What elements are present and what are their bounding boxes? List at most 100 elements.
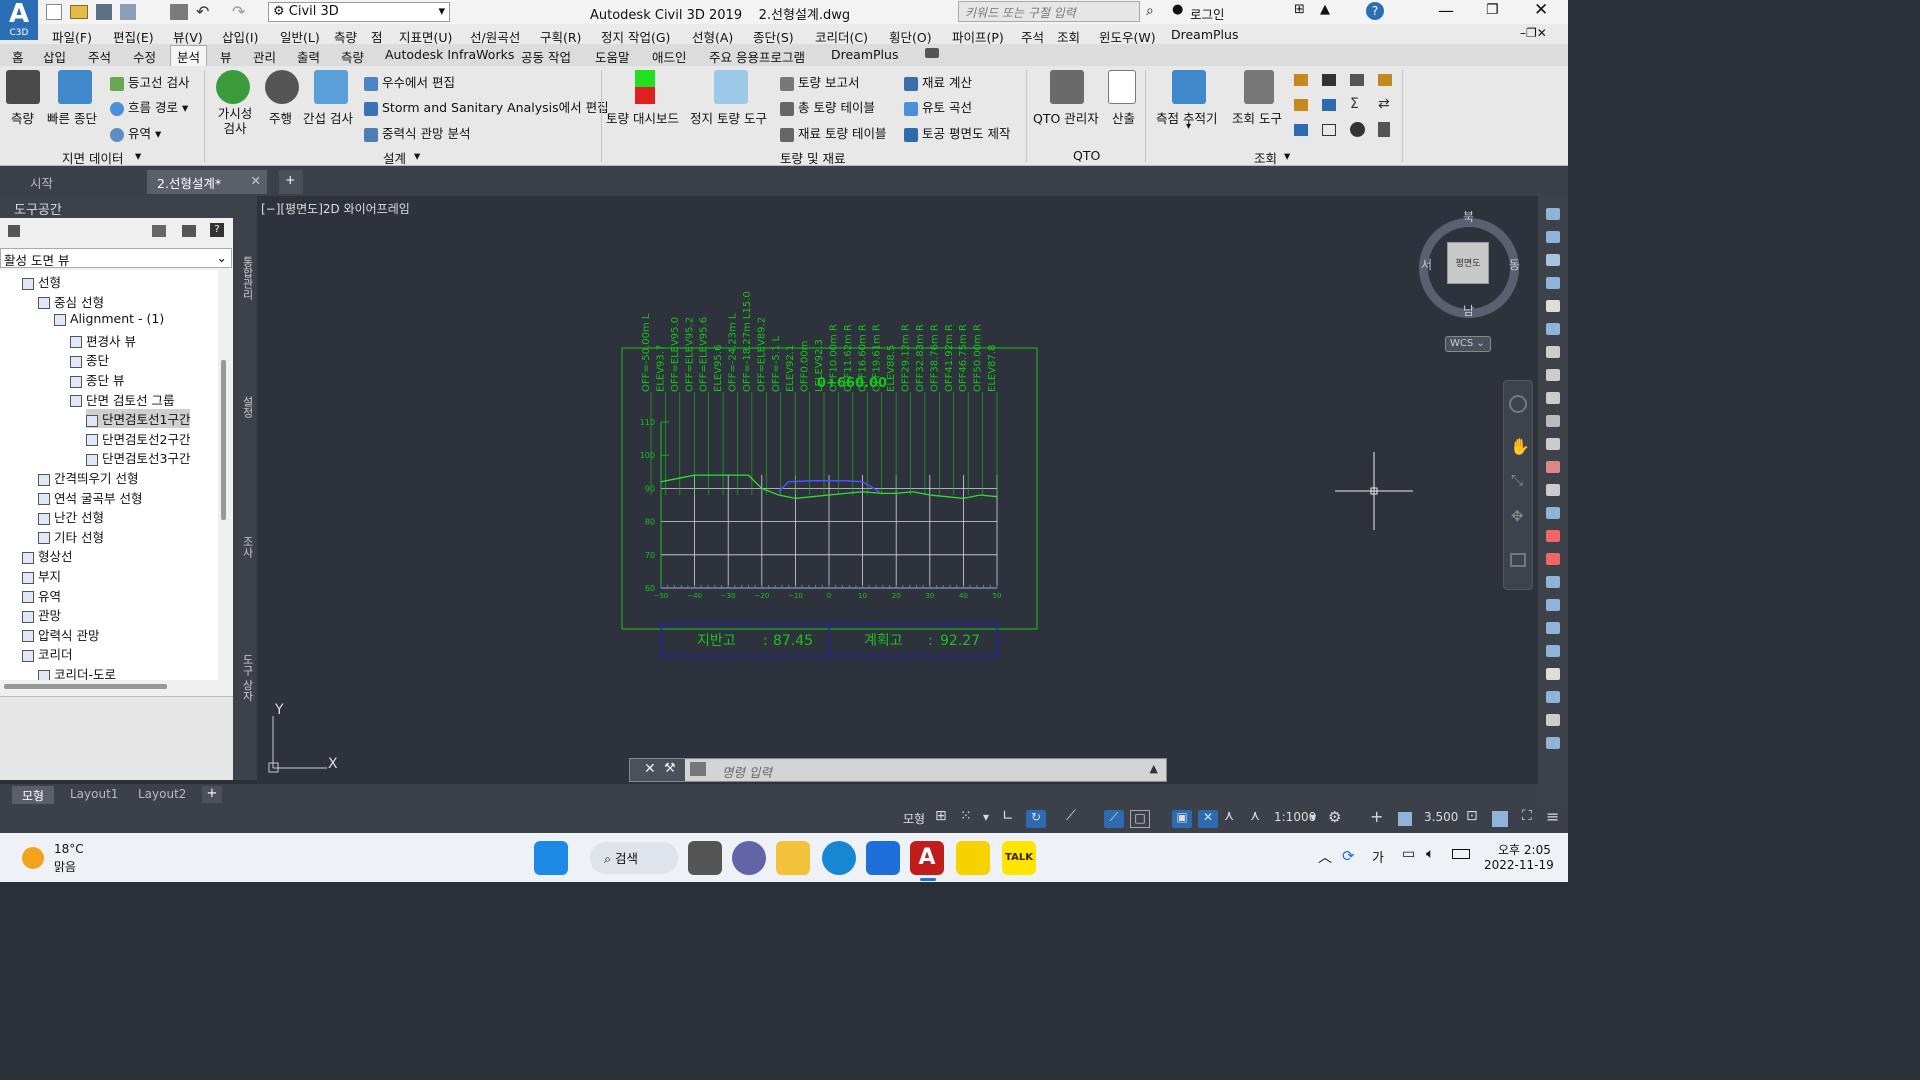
command-line[interactable]: ✕ ⚒ 명령 입력 ▲	[629, 758, 1167, 782]
palette-tool-icon[interactable]	[1546, 691, 1560, 703]
arc-icon[interactable]	[1294, 99, 1308, 111]
teams-icon[interactable]	[732, 841, 766, 875]
undo-icon[interactable]: ↶	[196, 2, 209, 21]
tree-item[interactable]: 중심 선형	[38, 292, 104, 311]
viewcube-west[interactable]: 서	[1421, 256, 1432, 273]
tracker-chevron-icon[interactable]: ▾	[1186, 121, 1191, 132]
minimize-icon[interactable]: —	[1438, 1, 1454, 20]
palette-tool-icon[interactable]	[1546, 392, 1560, 404]
clock-date[interactable]: 2022-11-19	[1484, 858, 1554, 872]
tree-item[interactable]: 편경사 뷰	[70, 331, 136, 350]
storm-edit-button[interactable]: 우수에서 편집	[364, 72, 455, 91]
file-explorer-icon[interactable]	[776, 841, 810, 875]
palette-tool-icon[interactable]	[1546, 599, 1560, 611]
toolspace-options-icon[interactable]	[8, 225, 20, 237]
redo-icon[interactable]: ↷	[232, 2, 245, 21]
tree-item[interactable]: 단면검토선3구간	[86, 448, 190, 467]
palette-tool-icon[interactable]	[1546, 438, 1560, 450]
clock-icon[interactable]	[1350, 122, 1365, 137]
tree-item[interactable]: 관망	[22, 605, 61, 624]
mass-haul-button[interactable]: 유토 곡선	[904, 97, 972, 116]
tab-addins[interactable]: 애드인	[652, 47, 687, 66]
tree-item[interactable]: 유역	[22, 586, 61, 605]
group-design[interactable]: 설계	[383, 148, 406, 167]
tree-item[interactable]: 코리더	[22, 644, 73, 663]
tree-item[interactable]: 연석 굴곡부 선형	[38, 488, 142, 507]
ribbon-toggle-icon[interactable]	[925, 48, 939, 58]
swap-icon[interactable]: ⇄	[1378, 96, 1390, 112]
new-icon[interactable]	[46, 4, 62, 20]
battery-icon[interactable]	[1452, 849, 1470, 859]
isolate-icon[interactable]	[1398, 812, 1412, 826]
login-label[interactable]: 로그인	[1190, 4, 1225, 23]
tab-infraworks[interactable]: Autodesk InfraWorks	[385, 47, 514, 62]
object-snap-icon[interactable]: ⟋	[1104, 810, 1124, 828]
palette-tool-icon[interactable]	[1546, 254, 1560, 266]
sun-icon[interactable]	[22, 847, 44, 869]
tree-item[interactable]: 난간 선형	[38, 507, 104, 526]
tab-collaborate[interactable]: 공동 작업	[521, 47, 571, 66]
grading-volume-tool-button[interactable]: 정지 토량 도구	[690, 108, 767, 127]
polar-icon[interactable]: ↻	[1026, 810, 1046, 828]
weather-status[interactable]: 맑음	[54, 858, 76, 875]
model-space-button[interactable]: 모형	[903, 810, 925, 827]
tree-item[interactable]: 형상선	[22, 546, 73, 565]
copy-icon[interactable]	[1350, 74, 1364, 86]
earthwork-plan-button[interactable]: 토공 평면도 제작	[904, 123, 1010, 142]
palette-tool-icon[interactable]	[1546, 277, 1560, 289]
prompt-icon[interactable]	[690, 762, 706, 776]
status-value[interactable]: 3.500	[1424, 810, 1458, 824]
angle-icon[interactable]	[1322, 74, 1336, 86]
panel-icon[interactable]	[182, 225, 196, 237]
sync-icon[interactable]: ⟳	[1342, 847, 1355, 865]
tab-dreamplus[interactable]: DreamPlus	[831, 47, 898, 62]
calculator-icon[interactable]	[1378, 122, 1390, 137]
measure-icon[interactable]	[1294, 74, 1308, 86]
cart-icon[interactable]: ⊞	[1294, 2, 1305, 17]
palette-tool-icon[interactable]	[1546, 737, 1560, 749]
drive-button[interactable]: 주행	[269, 108, 292, 127]
earthwork-report-button[interactable]: 토량 보고서	[780, 72, 859, 91]
side-tab-survey[interactable]: 조사	[237, 536, 254, 558]
palette-tool-icon[interactable]	[1546, 323, 1560, 335]
tree-item[interactable]: 선형	[22, 272, 61, 291]
tab-featured-apps[interactable]: 주요 응용프로그램	[709, 47, 805, 66]
kakaotalk-icon[interactable]: TALK	[1002, 841, 1036, 875]
palette-tool-icon[interactable]	[1546, 484, 1560, 496]
pan-icon[interactable]: ✋	[1510, 437, 1530, 456]
close-icon[interactable]: ✕	[1534, 0, 1548, 20]
chevron-down-icon[interactable]: ▾	[983, 810, 989, 824]
layout-tab-1[interactable]: Layout1	[70, 787, 118, 801]
volume-icon[interactable]: 🔈︎	[1426, 846, 1434, 862]
binoculars-icon[interactable]: ⌕	[1146, 3, 1154, 19]
palette-tool-icon[interactable]	[1546, 415, 1560, 427]
material-calc-button[interactable]: 재료 계산	[904, 72, 972, 91]
showmotion-icon[interactable]	[1510, 553, 1526, 567]
palette-tool-icon[interactable]	[1546, 346, 1560, 358]
workspace-selector[interactable]: ⚙ Civil 3D ▾	[268, 2, 450, 22]
lineweight-icon[interactable]: ▣	[1172, 810, 1192, 828]
palette-tool-icon[interactable]	[1546, 461, 1560, 473]
tree-item[interactable]: Alignment - (1)	[54, 311, 164, 326]
viewcube-face[interactable]: 평면도	[1447, 242, 1489, 284]
task-view-icon[interactable]	[688, 841, 722, 875]
material-volume-table-button[interactable]: 재료 토량 테이블	[780, 123, 886, 142]
takeoff-button[interactable]: 산출	[1112, 108, 1135, 127]
palette-tool-icon[interactable]	[1546, 553, 1560, 565]
group-inquiry-chevron-icon[interactable]: ▾	[1284, 148, 1290, 163]
snap-tracking-icon[interactable]: □	[1130, 810, 1150, 828]
selection-cycle-icon[interactable]: ✕	[1198, 810, 1218, 828]
open-icon[interactable]	[70, 5, 88, 19]
chevron-down-icon[interactable]: ▾	[1310, 810, 1316, 824]
windows-start-icon[interactable]	[534, 841, 568, 875]
ortho-icon[interactable]: ∟	[1002, 808, 1014, 824]
group-design-chevron-icon[interactable]: ▾	[414, 148, 420, 163]
layout-tab-model[interactable]: 모형	[12, 786, 54, 804]
exchange-icon[interactable]: ▲	[1320, 2, 1330, 17]
inquiry-tool-button[interactable]: 조회 도구	[1232, 108, 1282, 127]
weather-temp[interactable]: 18°C	[54, 842, 84, 856]
tab-analyze[interactable]: 분석	[170, 45, 208, 66]
wrench-icon[interactable]: ⚒	[664, 761, 676, 776]
list-icon[interactable]	[1294, 124, 1308, 136]
palette-tool-icon[interactable]	[1546, 208, 1560, 220]
